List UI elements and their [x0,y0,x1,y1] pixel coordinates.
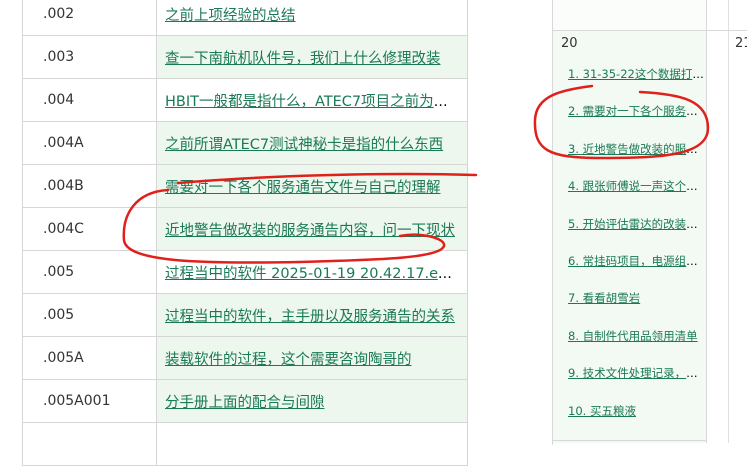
list-item: 7. 看看胡雪岩 [568,290,708,327]
calendar-task-link[interactable]: 5. 开始评估雷达的改装方案 [568,217,708,231]
task-id: .005 [22,250,157,294]
table-row [22,422,468,466]
task-id: .003 [22,35,157,79]
calendar-divider [553,440,706,441]
task-link[interactable]: 需要对一下各个服务通告文件与自己的理解 [165,180,441,196]
calendar-task-link[interactable]: 4. 跟张师傅说一声这个事情 [568,179,708,193]
task-table: .002 之前上项经验的总结 .003 查一下南航机队件号，我们上什么修理改装 .0… [22,0,468,466]
calendar-divider [707,30,747,31]
calendar-task-link[interactable]: 9. 技术文件处理记录，归档 [568,366,708,380]
task-link[interactable]: 之前上项经验的总结 [165,8,296,24]
list-item: 1. 31-35-22这个数据打印机 [568,66,708,103]
task-id [22,422,157,466]
task-link[interactable]: 过程当中的软件 2025-01-19 20.42.17.excel [165,266,467,282]
list-item: 5. 开始评估雷达的改装方案 [568,216,708,253]
list-item: 8. 自制件代用品领用清单 [568,328,708,365]
table-row: .005 过程当中的软件，主手册以及服务通告的关系 [22,293,468,337]
list-item: 2. 需要对一下各个服务通告 [568,103,708,140]
task-link[interactable]: 装载软件的过程，这个需要咨询陶哥的 [165,352,412,368]
calendar-task-link[interactable]: 7. 看看胡雪岩 [568,291,640,305]
calendar-task-link[interactable]: 2. 需要对一下各个服务通告 [568,104,708,118]
calendar-task-link[interactable]: 1. 31-35-22这个数据打印机 [568,67,708,81]
table-row: .004C 近地警告做改装的服务通告内容，问一下现状 [22,207,468,251]
list-item: 3. 近地警告做改装的服务通告 [568,141,708,178]
task-link[interactable]: 过程当中的软件，主手册以及服务通告的关系 [165,309,455,325]
table-row: .003 查一下南航机队件号，我们上什么修理改装 [22,35,468,79]
calendar: 20 21 1. 31-35-22这个数据打印机 2. 需要对一下各个服务通告 … [552,0,747,445]
table-row: .005A001 分手册上面的配合与间隙 [22,379,468,423]
calendar-task-link[interactable]: 8. 自制件代用品领用清单 [568,329,698,343]
task-id: .004B [22,164,157,208]
task-id: .004A [22,121,157,165]
list-item: 6. 常挂码项目，电源组件检查 [568,253,708,290]
list-item: 4. 跟张师傅说一声这个事情 [568,178,708,215]
day-number-21: 21 [735,36,747,51]
task-id: .004C [22,207,157,251]
table-row: .005A 装载软件的过程，这个需要咨询陶哥的 [22,336,468,380]
task-link[interactable]: HBIT一般都是指什么，ATEC7项目之前为什么 [165,94,463,110]
table-row: .002 之前上项经验的总结 [22,0,468,36]
task-link[interactable]: 分手册上面的配合与间隙 [165,395,325,411]
task-id: .002 [22,0,157,36]
list-item: 10. 买五粮液 [568,403,708,440]
task-id: .004 [22,78,157,122]
table-row: .004 HBIT一般都是指什么，ATEC7项目之前为什么 [22,78,468,122]
calendar-task-link[interactable]: 6. 常挂码项目，电源组件检查 [568,254,708,268]
task-link[interactable]: 之前所谓ATEC7测试神秘卡是指的什么东西 [165,137,443,153]
table-row: .004A 之前所谓ATEC7测试神秘卡是指的什么东西 [22,121,468,165]
table-row: .004B 需要对一下各个服务通告文件与自己的理解 [22,164,468,208]
calendar-divider [728,0,729,443]
task-link[interactable]: 查一下南航机队件号，我们上什么修理改装 [165,51,441,67]
task-id: .005A001 [22,379,157,423]
task-id: .005 [22,293,157,337]
list-item: 9. 技术文件处理记录，归档 [568,365,708,402]
calendar-task-link[interactable]: 3. 近地警告做改装的服务通告 [568,142,708,156]
day-number-20: 20 [561,36,578,51]
calendar-task-link[interactable]: 10. 买五粮液 [568,404,636,418]
task-id: .005A [22,336,157,380]
calendar-prev-row-cell [553,0,706,31]
table-row: .005 过程当中的软件 2025-01-19 20.42.17.excel [22,250,468,294]
task-link[interactable]: 近地警告做改装的服务通告内容，问一下现状 [165,223,455,239]
calendar-task-list: 1. 31-35-22这个数据打印机 2. 需要对一下各个服务通告 3. 近地警… [568,66,708,440]
